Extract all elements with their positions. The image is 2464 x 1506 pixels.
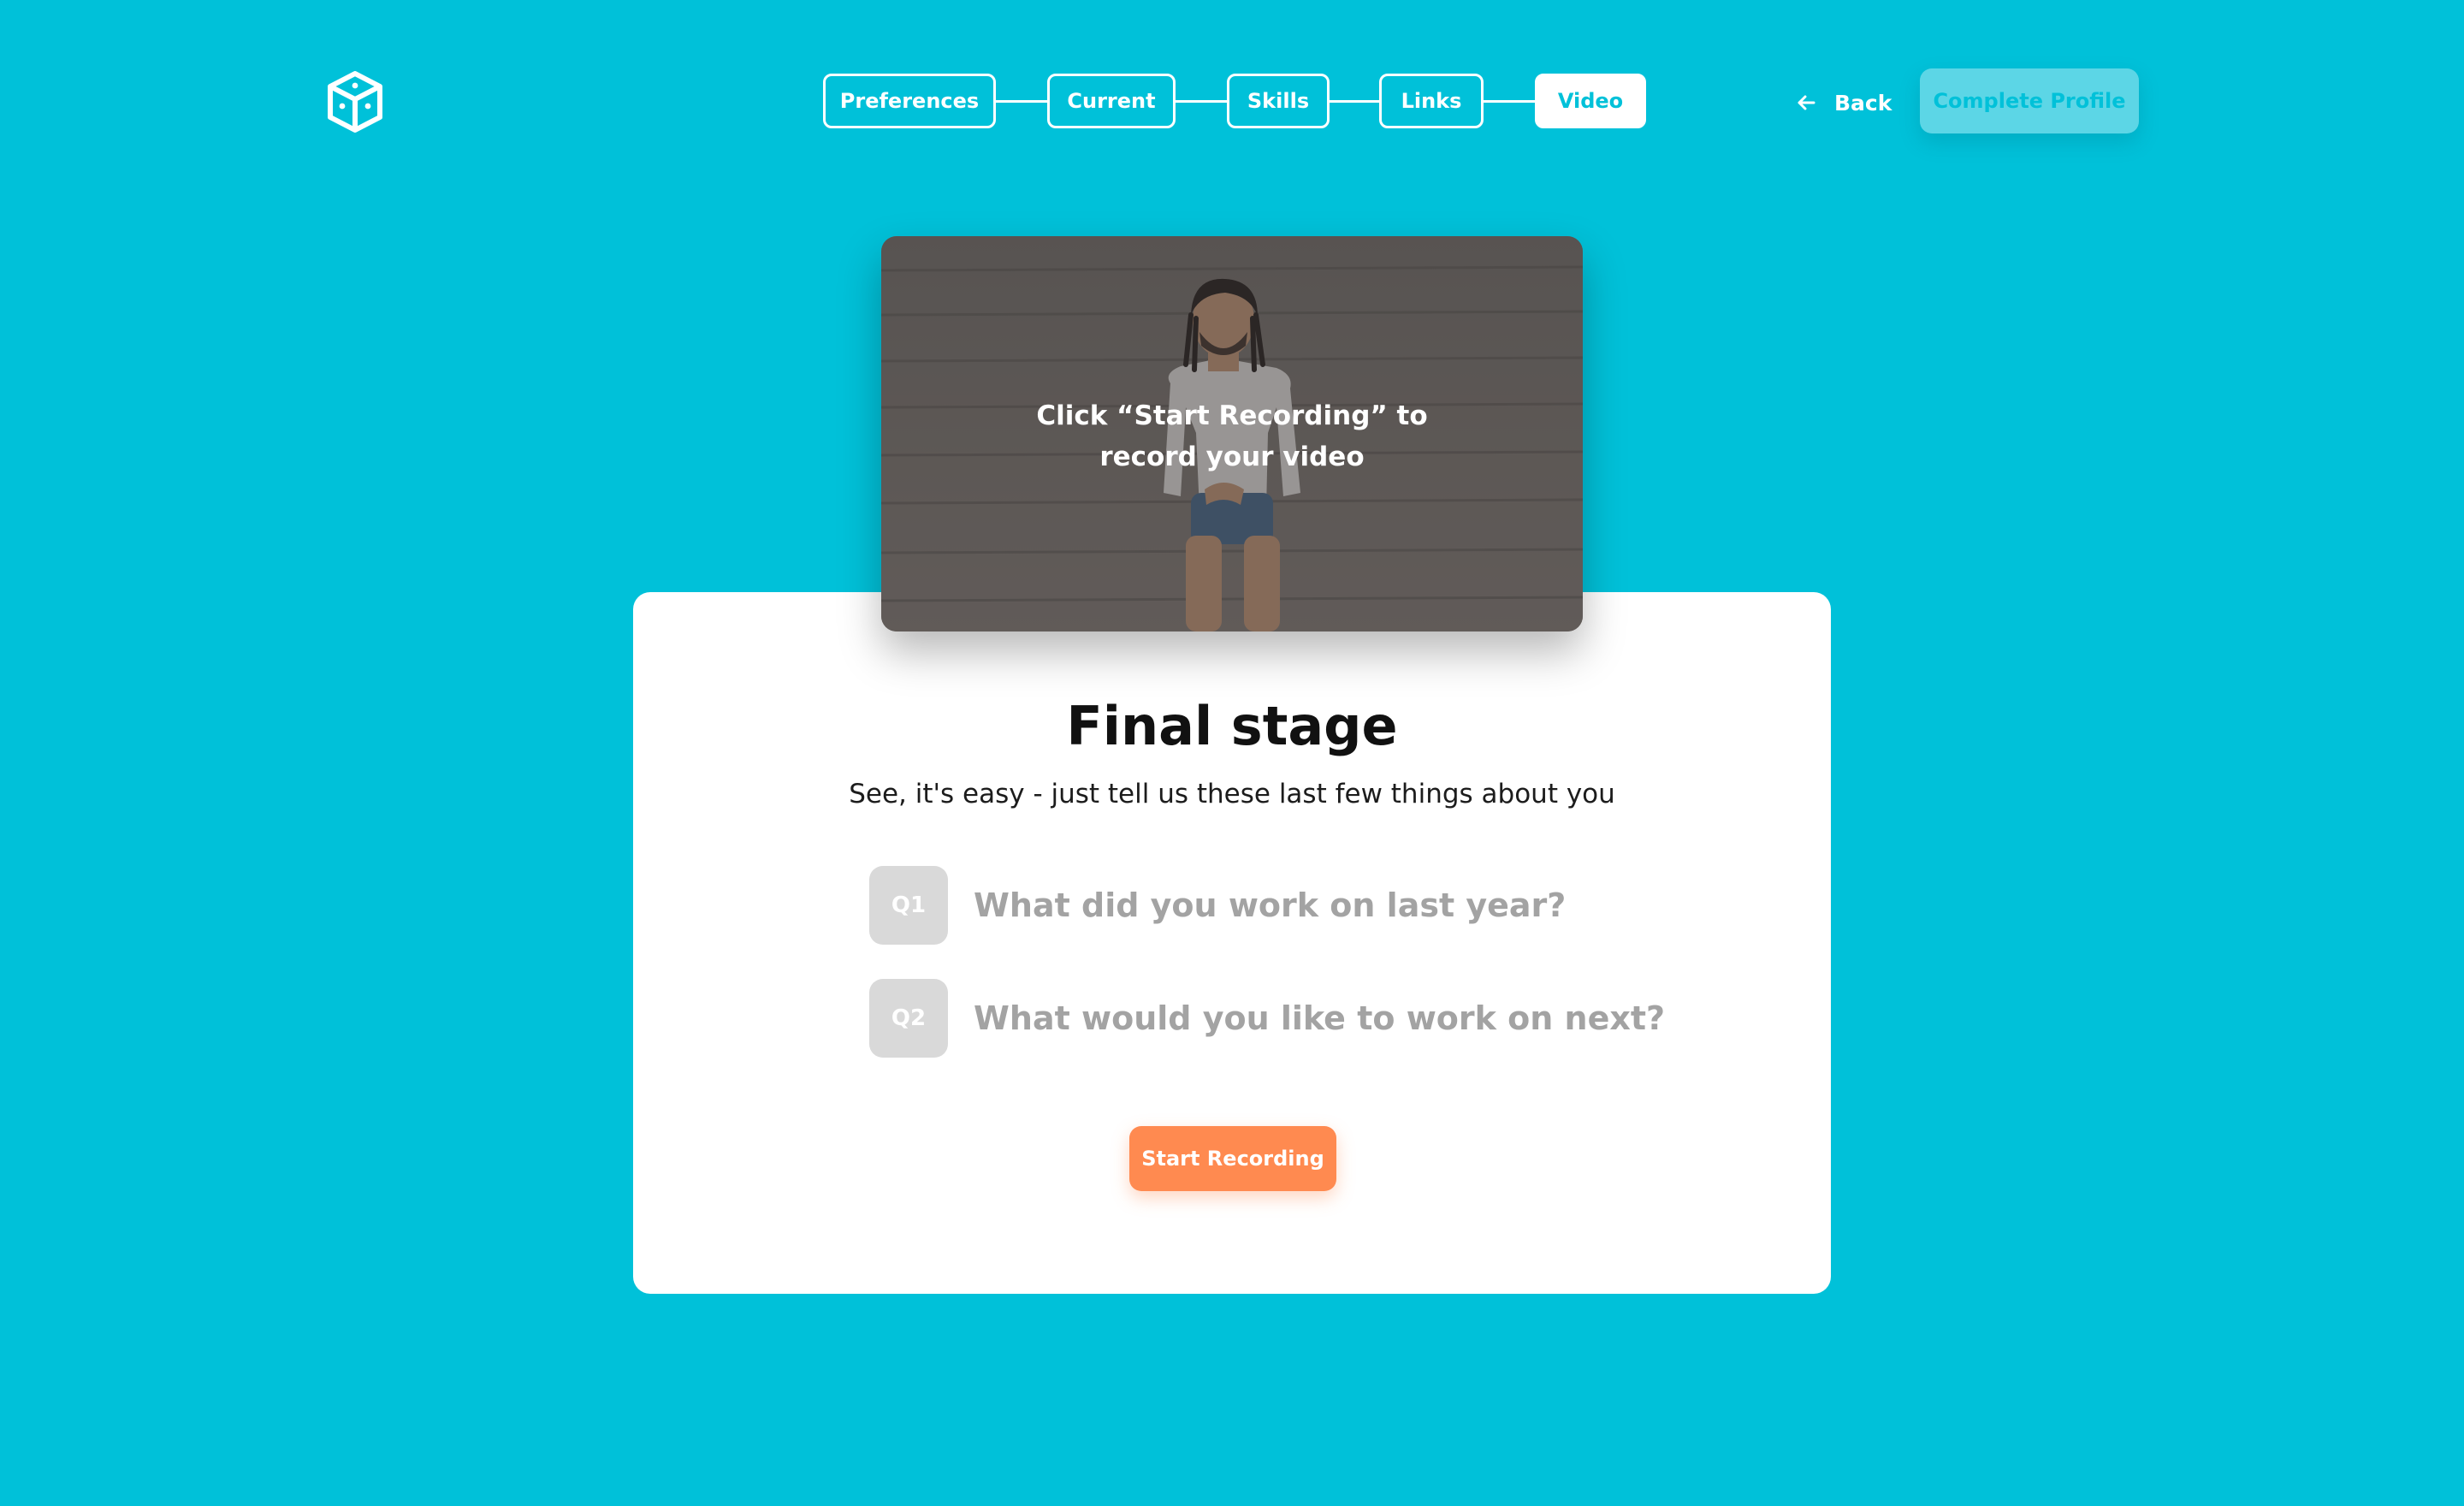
step-skills[interactable]: Skills: [1227, 74, 1330, 128]
question-item: Q2 What would you like to work on next?: [869, 979, 1665, 1058]
step-current[interactable]: Current: [1047, 74, 1176, 128]
cube-icon[interactable]: [322, 68, 388, 135]
page: Preferences Current Skills Links Video B…: [0, 0, 2464, 1506]
video-preview[interactable]: Click “Start Recording” to record your v…: [881, 236, 1583, 631]
back-label: Back: [1834, 90, 1892, 116]
recording-hint-line-1: Click “Start Recording” to: [1036, 400, 1428, 431]
recording-hint-line-2: record your video: [1099, 442, 1365, 472]
step-preferences[interactable]: Preferences: [823, 74, 996, 128]
question-text: What would you like to work on next?: [974, 999, 1666, 1037]
page-title: Final stage: [1066, 695, 1398, 757]
step-connector: [1176, 99, 1227, 103]
final-stage-card: Final stage See, it's easy - just tell u…: [633, 592, 1831, 1294]
complete-profile-button[interactable]: Complete Profile: [1920, 68, 2139, 133]
recording-hint: Click “Start Recording” to record your v…: [975, 395, 1489, 477]
step-connector: [1484, 99, 1535, 103]
arrow-left-icon: [1798, 95, 1815, 110]
start-recording-button[interactable]: Start Recording: [1129, 1126, 1336, 1191]
question-badge: Q2: [869, 979, 948, 1058]
back-button[interactable]: Back: [1797, 86, 1892, 120]
question-text: What did you work on last year?: [974, 886, 1567, 924]
question-badge: Q1: [869, 866, 948, 945]
step-links[interactable]: Links: [1379, 74, 1484, 128]
progress-stepper: Preferences Current Skills Links Video: [823, 74, 1646, 128]
page-subtitle: See, it's easy - just tell us these last…: [849, 779, 1615, 809]
step-video[interactable]: Video: [1535, 74, 1646, 128]
step-connector: [996, 99, 1047, 103]
question-item: Q1 What did you work on last year?: [869, 866, 1566, 945]
step-connector: [1330, 99, 1379, 103]
